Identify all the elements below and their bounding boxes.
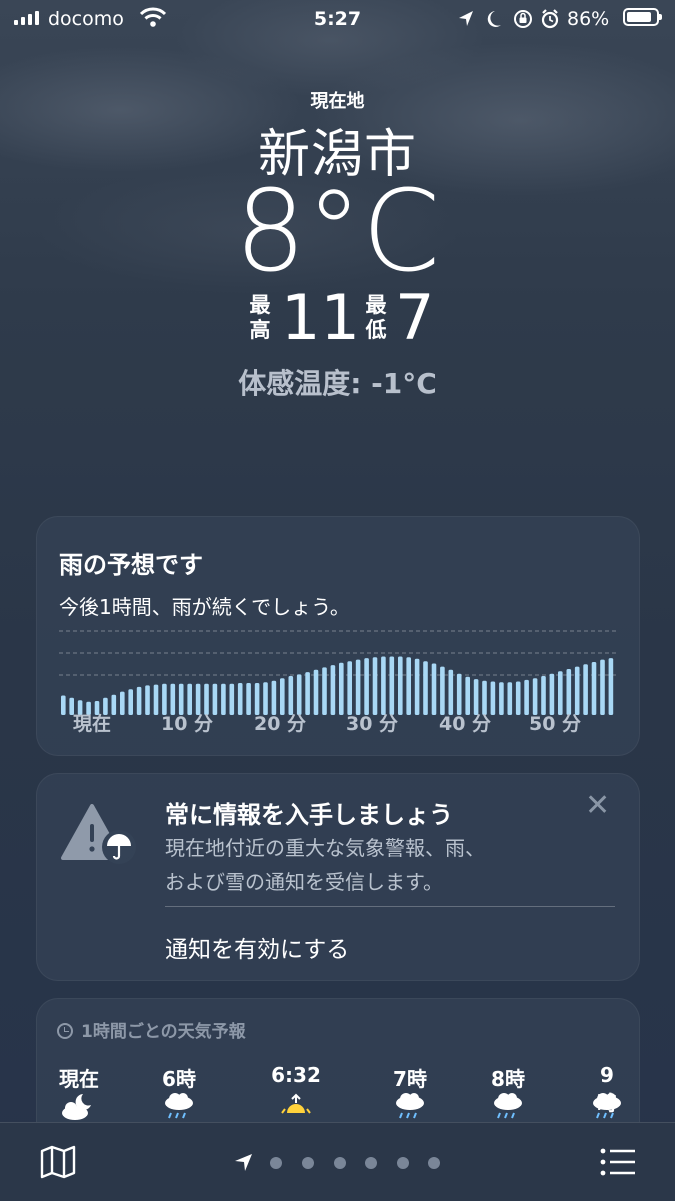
enable-notifications-button[interactable]: 通知を有効にする xyxy=(165,930,349,964)
location-services-icon xyxy=(459,11,473,26)
divider xyxy=(165,906,615,907)
rain-bar xyxy=(111,694,117,715)
rain-bar xyxy=(120,691,125,715)
rain-bar xyxy=(490,681,496,715)
rain-tick-label: 50 分 xyxy=(528,713,582,735)
rain-bar xyxy=(406,657,411,715)
rain-bar xyxy=(221,683,226,715)
rain-bar xyxy=(313,669,319,715)
rain-bar xyxy=(145,685,150,715)
battery-percentage: 86% xyxy=(567,8,610,30)
clock-icon xyxy=(57,1023,73,1039)
rain-bar xyxy=(339,662,344,715)
rain-bar xyxy=(591,662,597,715)
hour-label: 現在 xyxy=(59,1067,99,1091)
rain-bar xyxy=(212,683,218,715)
hour-label: 8時 xyxy=(491,1067,525,1091)
rain-bar xyxy=(364,658,369,715)
page-indicator-dot[interactable] xyxy=(365,1157,377,1169)
battery-icon xyxy=(623,8,662,26)
orientation-lock-icon xyxy=(514,10,532,28)
alert-card-title: 常に情報を入手しましょう xyxy=(165,801,453,829)
current-location-label: 現在地 xyxy=(310,91,365,112)
close-icon[interactable]: ✕ xyxy=(585,788,610,823)
hourly-header: 1時間ごとの天気予報 xyxy=(57,1017,246,1042)
page-indicator-dot[interactable] xyxy=(270,1157,282,1169)
rain-icon xyxy=(589,1091,625,1125)
low-temperature: 7 xyxy=(395,281,435,354)
low-label: 最 低 xyxy=(365,293,387,342)
alert-card-description: 現在地付近の重大な気象警報、雨、 xyxy=(165,836,485,860)
status-bar: docomo 5:27 86% xyxy=(0,0,675,40)
bottom-toolbar xyxy=(0,1122,675,1201)
rain-bar xyxy=(515,681,521,715)
do-not-disturb-moon-icon xyxy=(487,11,501,27)
rain-bar xyxy=(355,659,361,715)
current-temperature: 8°C xyxy=(234,167,441,297)
rain-bar xyxy=(574,666,580,715)
rain-bar xyxy=(229,683,235,715)
rain-forecast-card[interactable]: 雨の予想です 今後1時間、雨が続くでしょう。 現在 10 分 20 分 30 分… xyxy=(36,516,640,756)
hour-label: 6時 xyxy=(162,1067,196,1091)
hour-label: 7時 xyxy=(393,1067,427,1091)
rain-bar xyxy=(398,656,403,715)
rain-bar xyxy=(507,682,513,715)
page-indicator-dot[interactable] xyxy=(334,1157,346,1169)
rain-bar xyxy=(423,661,428,715)
rain-bar xyxy=(322,667,327,715)
list-icon[interactable] xyxy=(600,1147,636,1181)
rain-card-subtitle: 今後1時間、雨が続くでしょう。 xyxy=(59,595,350,619)
high-label: 最 高 xyxy=(249,293,271,342)
rain-bar xyxy=(414,658,420,715)
rain-tick-label: 20 分 xyxy=(253,713,307,735)
rain-bar xyxy=(583,664,588,715)
rain-tick-label: 30 分 xyxy=(345,713,399,735)
hourly-forecast-card[interactable]: 1時間ごとの天気予報 現在 6時 6:32 7時 8時 9時 xyxy=(36,998,640,1130)
alarm-clock-icon xyxy=(541,9,559,29)
sunrise-icon xyxy=(278,1091,314,1125)
rain-bar xyxy=(128,689,133,715)
rain-icon xyxy=(490,1091,526,1125)
feels-like-temperature: 体感温度: -1°C xyxy=(238,367,437,400)
rain-icon xyxy=(392,1091,428,1125)
rain-tick-label: 10 分 xyxy=(160,713,214,735)
rain-bar xyxy=(61,695,66,715)
map-icon[interactable] xyxy=(40,1145,76,1183)
rain-bar xyxy=(347,661,352,715)
page-indicator-dot[interactable] xyxy=(428,1157,440,1169)
rain-bar xyxy=(381,656,386,715)
severe-weather-alert-icon xyxy=(61,804,143,870)
rain-bar xyxy=(440,666,445,715)
partly-cloudy-night-icon xyxy=(59,1091,99,1125)
rain-bar xyxy=(246,683,251,715)
high-low-temperature: 最 高 11 最 低 7 xyxy=(0,281,675,355)
rain-bar xyxy=(237,683,243,715)
status-right-icons xyxy=(455,6,565,37)
rain-bar xyxy=(608,658,614,715)
rain-bar xyxy=(153,684,159,715)
rain-bar xyxy=(372,657,378,715)
rain-icon xyxy=(161,1091,197,1125)
rain-intensity-chart xyxy=(59,630,617,715)
page-indicator-dot[interactable] xyxy=(397,1157,409,1169)
notification-promo-card: 常に情報を入手しましょう 現在地付近の重大な気象警報、雨、 および雪の通知を受信… xyxy=(36,773,640,981)
alert-card-description: および雪の通知を受信します。 xyxy=(165,870,443,894)
rain-bar xyxy=(389,656,395,715)
hour-label: 6:32 xyxy=(271,1063,321,1087)
rain-tick-label: 40 分 xyxy=(438,713,492,735)
location-arrow-icon[interactable] xyxy=(234,1152,254,1176)
rain-card-title: 雨の予想です xyxy=(59,551,203,579)
rain-tick-label: 現在 xyxy=(72,713,112,735)
rain-bar xyxy=(499,682,504,715)
high-temperature: 11 xyxy=(281,281,360,354)
rain-bar xyxy=(330,665,336,715)
rain-bar xyxy=(431,663,437,715)
page-indicator-dot[interactable] xyxy=(302,1157,314,1169)
rain-bar xyxy=(136,686,142,715)
rain-bar xyxy=(600,659,605,715)
